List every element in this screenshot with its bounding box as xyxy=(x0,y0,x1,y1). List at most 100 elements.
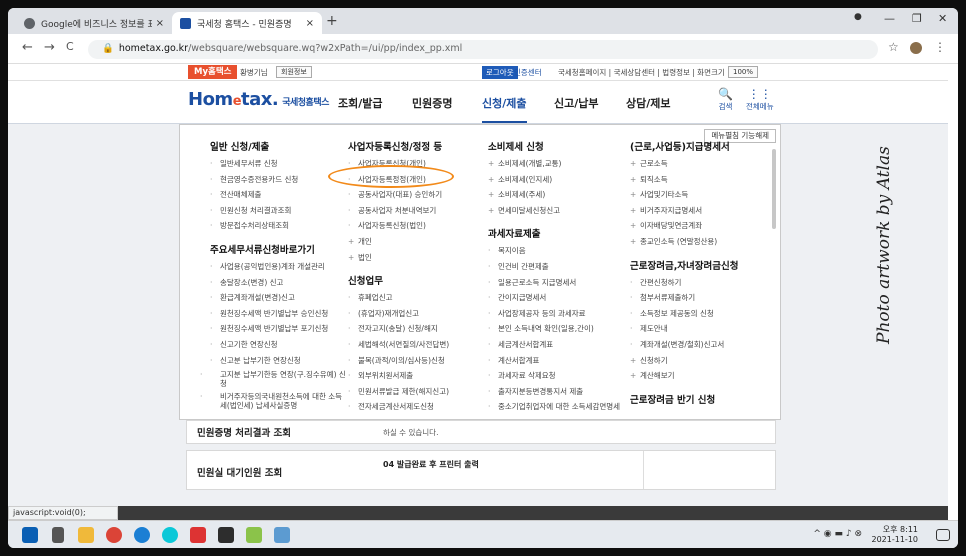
menu-link[interactable]: + 사업및기타소득 xyxy=(630,189,739,205)
menu-link[interactable]: · 민원신청 처리결과조회 xyxy=(210,205,346,221)
url-field[interactable]: 🔒 hometax.go.kr/websquare/websquare.wq?w2… xyxy=(88,40,878,59)
menu-link[interactable]: · 제도안내 xyxy=(630,323,739,339)
my-hometax-button[interactable]: My홈택스 xyxy=(188,65,238,79)
menu-link[interactable]: · 일용근로소득 지급명세서 xyxy=(488,277,620,293)
hometax-logo[interactable]: Hometax. 국세청홈택스 xyxy=(188,89,329,110)
menu-link[interactable]: · 간편신청하기 xyxy=(630,277,739,293)
menu-link[interactable]: · 전자세금계산서제도신청 xyxy=(348,401,449,417)
menu-link[interactable]: · 과세자료 삭제요청 xyxy=(488,370,620,386)
menu-link[interactable]: · 불복(과적/이의/심사등)신청 xyxy=(348,355,449,371)
cert-center-link[interactable]: 인증센터 xyxy=(514,67,542,78)
menu-link[interactable]: · 출자지분등변경통지서 제출 xyxy=(488,386,620,402)
close-tab-icon[interactable]: × xyxy=(306,18,314,29)
menu-link[interactable]: · 세금계산서합계표 xyxy=(488,339,620,355)
menu-link[interactable]: · 송달장소(변경) 신고 xyxy=(210,277,346,293)
menu-link[interactable]: + 이자배당및연금계좌 xyxy=(630,220,739,236)
zoom-select[interactable]: 100% xyxy=(728,66,759,78)
menu-link[interactable]: + 소비제세(인지세) xyxy=(488,174,620,190)
menu-lookup[interactable]: 조회/발급 xyxy=(338,95,383,111)
menu-link[interactable]: · (휴업자)재개업신고 xyxy=(348,308,449,324)
menu-link[interactable]: · 간이지급명세서 xyxy=(488,292,620,308)
app-icon[interactable] xyxy=(162,527,178,543)
new-tab-button[interactable]: + xyxy=(326,13,338,29)
chrome-icon[interactable] xyxy=(106,527,122,543)
utility-links[interactable]: 국세청홈페이지 | 국세상담센터 | 법령정보 | 화면크기 xyxy=(558,67,725,78)
close-tab-icon[interactable]: × xyxy=(156,18,164,29)
menu-link[interactable]: · 복지이음 xyxy=(488,245,620,261)
menu-scrollbar[interactable] xyxy=(772,149,776,229)
menu-link[interactable]: · 전자고지(송달) 신청/해지 xyxy=(348,323,449,339)
edge-icon[interactable] xyxy=(134,527,150,543)
menu-link[interactable]: + 퇴직소득 xyxy=(630,174,739,190)
menu-link[interactable]: · 사업자등록신청(법인) xyxy=(348,220,449,236)
menu-link[interactable]: + 비거주자지급명세서 xyxy=(630,205,739,221)
forward-button[interactable]: → xyxy=(44,40,55,55)
menu-link[interactable]: · 휴폐업신고 xyxy=(348,292,449,308)
menu-link[interactable]: · 환급계좌개설(변경)신고 xyxy=(210,292,346,308)
menu-link[interactable]: · 사업용(공익법인용)계좌 개설관리 xyxy=(210,261,346,277)
menu-link[interactable]: · 외부위치원서제출 xyxy=(348,370,449,386)
menu-link[interactable]: · 고지분 납부기한등 연장(구.징수유예) 신청 xyxy=(200,370,346,392)
menu-link[interactable]: · 공동사업자(대표) 승인하기 xyxy=(348,189,449,205)
menu-link[interactable]: · 신고기한 연장신청 xyxy=(210,339,346,355)
menu-link[interactable]: + 소비제세(개별,교통) xyxy=(488,158,620,174)
menu-link[interactable]: · 전산매체제출 xyxy=(210,189,346,205)
browser-tab-google[interactable]: Google에 비즈니스 정보를 표시 × xyxy=(16,12,172,34)
menu-link[interactable]: + 근로소득 xyxy=(630,158,739,174)
pdf-app-icon[interactable] xyxy=(190,527,206,543)
reload-button[interactable]: C xyxy=(66,40,74,53)
menu-link[interactable]: + 종교인소득 (연말정산용) xyxy=(630,236,739,252)
notification-icon[interactable] xyxy=(936,529,950,541)
menu-link[interactable]: · 민원서류발급 제한(해지신고) xyxy=(348,386,449,402)
menu-link[interactable]: + 개인 xyxy=(348,236,449,252)
menu-link[interactable]: · 원천징수세액 반기별납부 포기신청 xyxy=(210,323,346,339)
menu-link[interactable]: · 비거주자등의국내원천소득에 대한 소득세(법인세) 납세사실증명 xyxy=(200,392,346,414)
all-menu-button[interactable]: ⋮⋮ 전체메뉴 xyxy=(746,87,774,112)
search-button[interactable]: 🔍 검색 xyxy=(718,87,733,112)
bookmark-star-icon[interactable]: ☆ xyxy=(888,40,899,54)
menu-apply-submit[interactable]: 신청/제출 xyxy=(482,95,527,123)
menu-link[interactable]: + 계산해보기 xyxy=(630,370,739,386)
member-info-button[interactable]: 회원정보 xyxy=(276,66,312,78)
menu-link[interactable]: · 현금영수증전용카드 신청 xyxy=(210,174,346,190)
menu-link[interactable]: · 원천징수세액 반기별납부 승인신청 xyxy=(210,308,346,324)
clock[interactable]: 오후 8:11 2021-11-10 xyxy=(872,525,919,545)
menu-link[interactable]: · 첨부서류제출하기 xyxy=(630,292,739,308)
menu-link[interactable]: · 본인 소득내역 확인(일용,간이) xyxy=(488,323,620,339)
paint-app-icon[interactable] xyxy=(246,527,262,543)
menu-link[interactable]: + 법인 xyxy=(348,252,449,268)
avatar[interactable] xyxy=(910,42,922,54)
lower-row-title[interactable]: 민원실 대기인원 조회 xyxy=(197,465,282,479)
menu-link[interactable]: · 사업장제공자 등의 과세자료 xyxy=(488,308,620,324)
minimize-button[interactable]: — xyxy=(884,12,895,25)
menu-kebab-icon[interactable]: ⋮ xyxy=(934,40,946,54)
windows-start-icon[interactable] xyxy=(22,527,38,543)
file-explorer-icon[interactable] xyxy=(78,527,94,543)
menu-link[interactable]: · 일반세무서류 신청 xyxy=(210,158,346,174)
menu-link[interactable]: · 계좌개설(변경/철회)신고서 xyxy=(630,339,739,355)
menu-link[interactable]: · 세법해석(서면질의/사전답변) xyxy=(348,339,449,355)
terminal-icon[interactable] xyxy=(218,527,234,543)
menu-certificates[interactable]: 민원증명 xyxy=(412,95,452,111)
menu-link[interactable]: · 중소기업취업자에 대한 소득세감면명세 xyxy=(488,401,620,417)
menu-link[interactable]: + 신청하기 xyxy=(630,355,739,371)
back-button[interactable]: ← xyxy=(22,40,33,55)
task-view-icon[interactable] xyxy=(52,527,64,543)
browser-tab-hometax[interactable]: 국세청 홈택스 - 민원증명 × xyxy=(172,12,322,34)
menu-link[interactable]: · 공동사업자 처분내역보기 xyxy=(348,205,449,221)
menu-link[interactable]: · 소득정보 제공동의 신청 xyxy=(630,308,739,324)
menu-link[interactable]: · 인건비 간편제출 xyxy=(488,261,620,277)
system-tray-icon[interactable]: ^ ◉ ▬ ♪ ⊗ xyxy=(813,529,862,539)
menu-link[interactable]: + 소비제세(주세) xyxy=(488,189,620,205)
lower-row-title[interactable]: 민원증명 처리결과 조회 xyxy=(197,425,291,439)
menu-link[interactable]: · 신고분 납부기한 연장신청 xyxy=(210,355,346,371)
menu-consult[interactable]: 상담/제보 xyxy=(626,95,671,111)
logout-button[interactable]: 로그아웃 xyxy=(482,66,518,79)
menu-link[interactable]: · 계산서합계표 xyxy=(488,355,620,371)
menu-report-pay[interactable]: 신고/납부 xyxy=(554,95,599,111)
menu-link[interactable]: + 면세미달세신청신고 xyxy=(488,205,620,221)
close-window-button[interactable]: ✕ xyxy=(938,12,947,25)
notes-app-icon[interactable] xyxy=(274,527,290,543)
menu-link[interactable]: · 방문접수처리상태조회 xyxy=(210,220,346,236)
maximize-button[interactable]: ❐ xyxy=(912,12,922,25)
